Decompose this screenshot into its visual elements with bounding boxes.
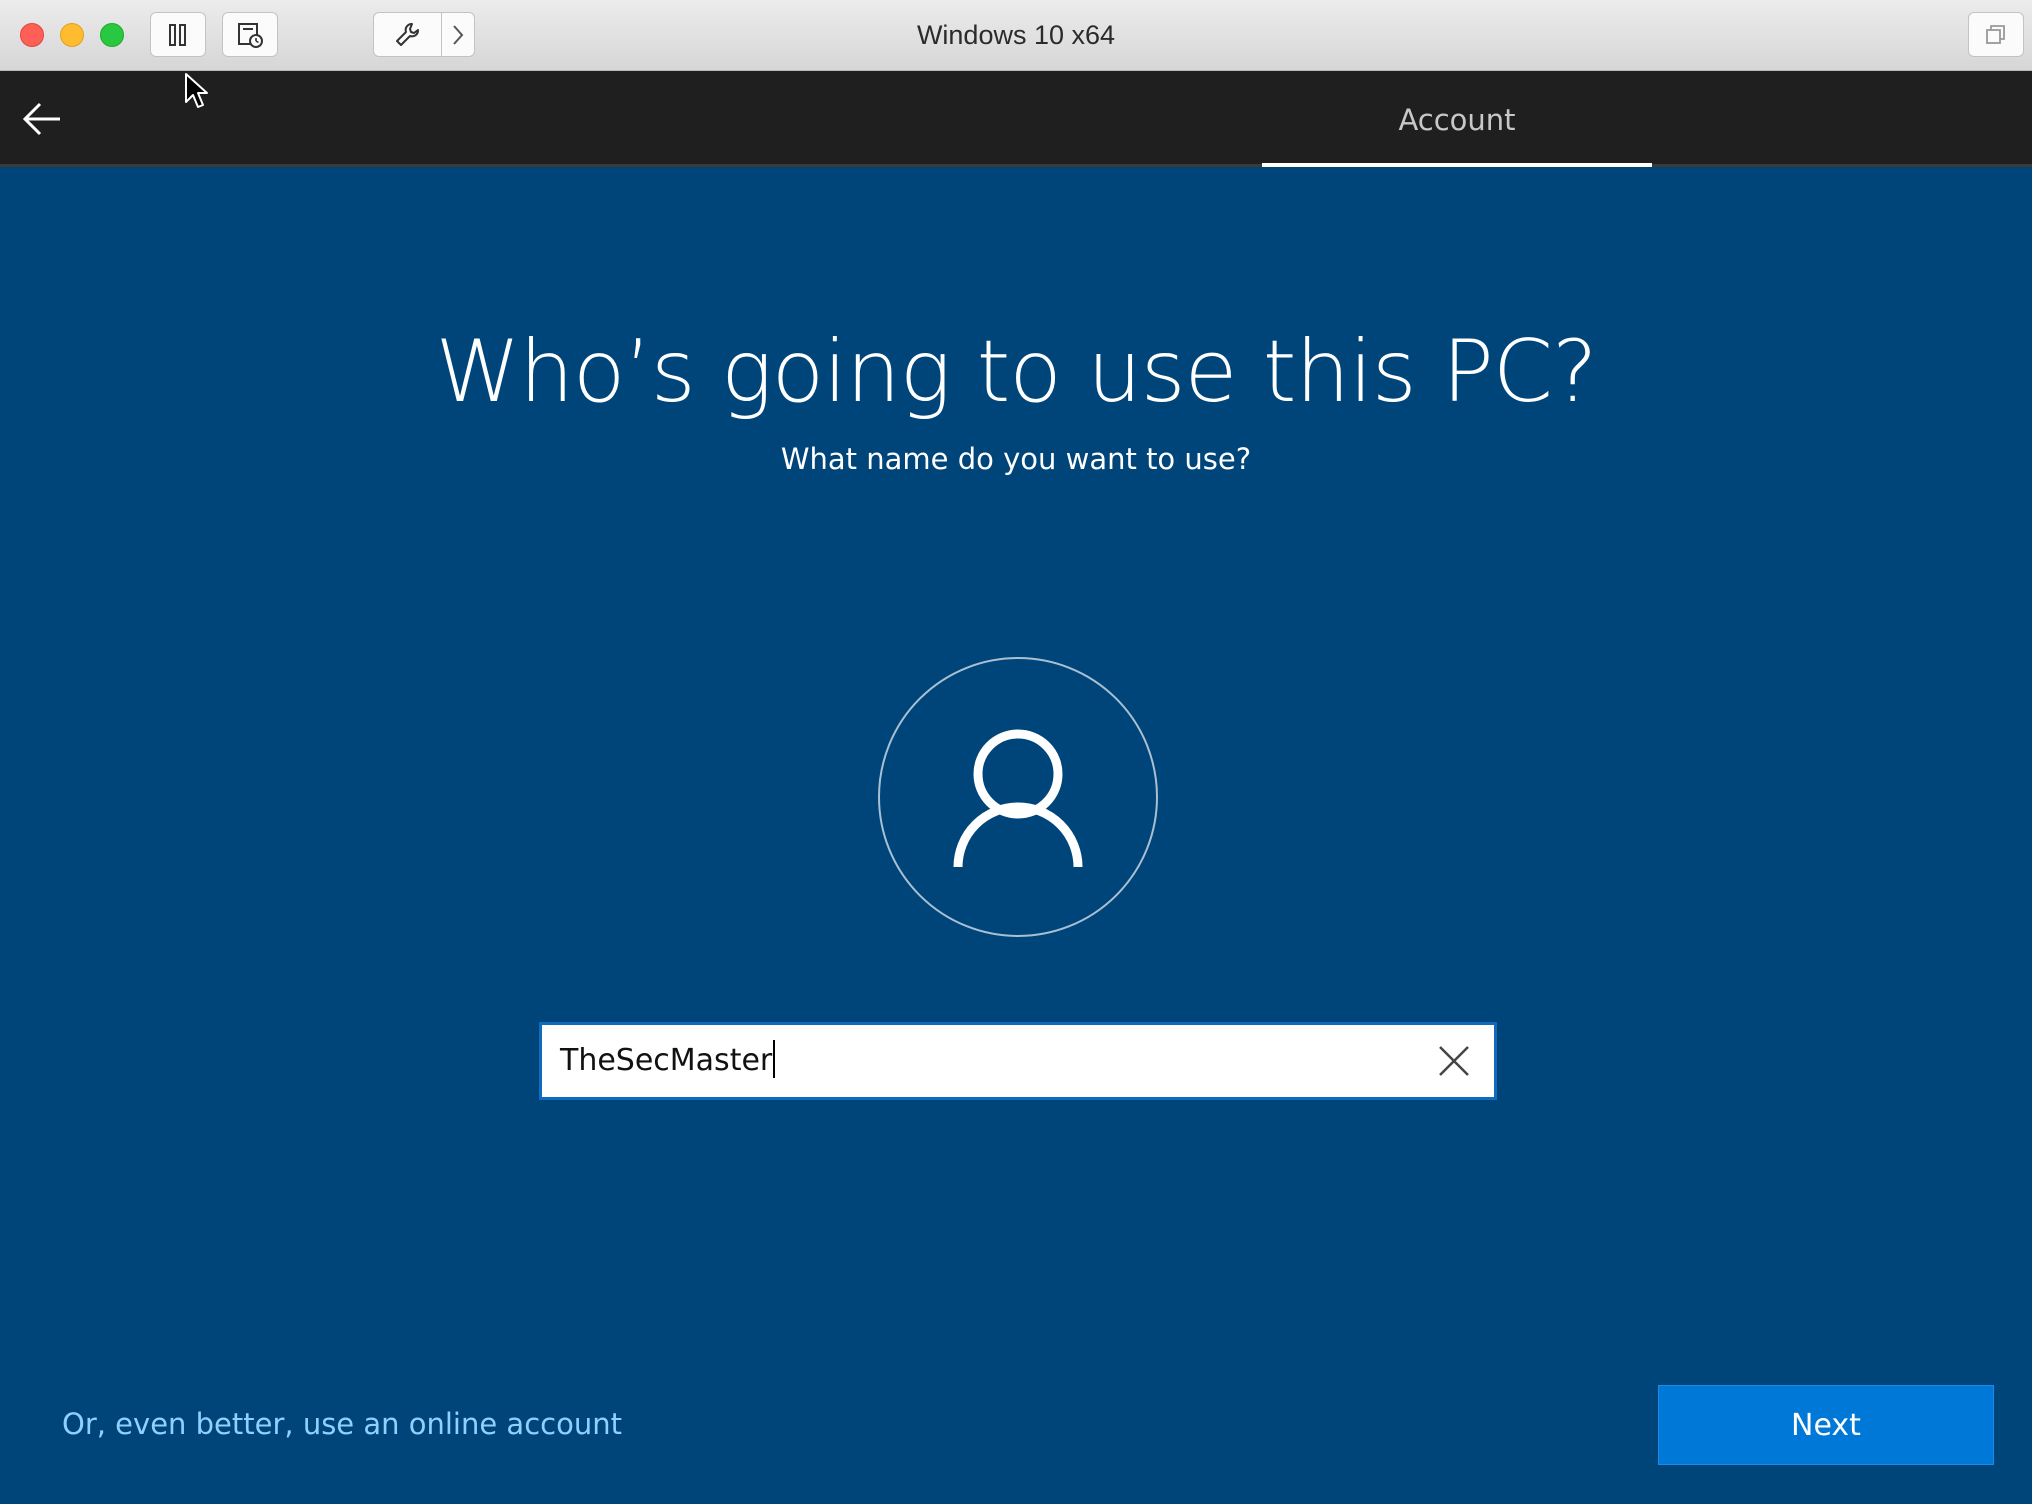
- clear-input-button[interactable]: [1436, 1043, 1472, 1079]
- back-arrow-icon: [22, 102, 60, 136]
- back-button[interactable]: [18, 95, 66, 143]
- oobe-header: Account: [0, 71, 2032, 168]
- restore-window-button[interactable]: [1968, 12, 2024, 57]
- chevron-right-icon: [453, 24, 464, 45]
- next-button[interactable]: Next: [1658, 1385, 1994, 1465]
- user-icon: [953, 729, 1083, 868]
- avatar: [878, 657, 1158, 937]
- close-window-button[interactable]: [20, 23, 44, 47]
- page-subtitle: What name do you want to use?: [780, 442, 1252, 476]
- online-account-link[interactable]: Or, even better, use an online account: [62, 1407, 622, 1441]
- pause-vm-button[interactable]: [150, 12, 206, 57]
- minimize-window-button[interactable]: [60, 23, 84, 47]
- vm-window-title: Windows 10 x64: [916, 20, 1116, 50]
- snapshot-button[interactable]: [222, 12, 278, 57]
- restore-window-icon: [1986, 24, 2005, 44]
- page-title: Who’s going to use this PC?: [435, 322, 1597, 422]
- tab-account[interactable]: Account: [1262, 71, 1652, 167]
- name-field[interactable]: TheSecMaster: [539, 1022, 1497, 1100]
- close-icon: [1439, 1046, 1469, 1076]
- snapshot-icon: [238, 22, 263, 48]
- account-setup-page: Who’s going to use this PC? What name do…: [0, 167, 2032, 1504]
- name-input-value: TheSecMaster: [560, 1043, 773, 1078]
- pause-icon: [169, 23, 186, 46]
- settings-button[interactable]: [373, 12, 475, 57]
- name-input[interactable]: TheSecMaster: [560, 1025, 776, 1097]
- wrench-icon: [395, 22, 419, 46]
- text-caret: [773, 1039, 776, 1078]
- mouse-pointer-icon: [185, 73, 208, 108]
- vm-title-bar: Windows 10 x64: [0, 0, 2032, 71]
- zoom-window-button[interactable]: [100, 23, 124, 47]
